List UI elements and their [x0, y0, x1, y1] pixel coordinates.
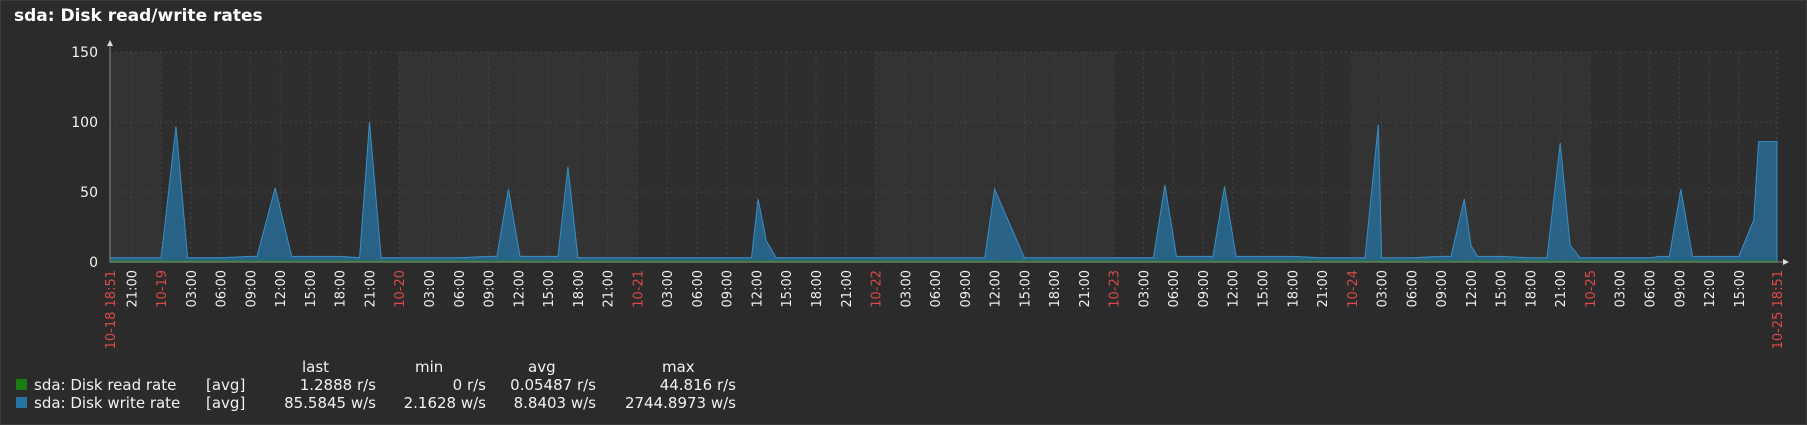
x-tick-label: 10-20 — [393, 270, 408, 308]
legend-header-max: max — [662, 358, 695, 376]
x-tick-label: 15:00 — [1733, 270, 1748, 307]
x-tick-label: 09:00 — [959, 270, 974, 307]
legend-header-avg: avg — [528, 358, 556, 376]
x-tick-label: 03:00 — [423, 270, 438, 307]
x-tick-label: 09:00 — [721, 270, 736, 307]
x-tick-label: 12:00 — [750, 270, 765, 307]
y-tick-label: 150 — [71, 45, 98, 61]
x-tick-label: 18:00 — [810, 270, 825, 307]
x-axis-arrow — [1783, 259, 1789, 265]
x-tick-label: 03:00 — [1376, 270, 1391, 307]
x-tick-label: 12:00 — [1227, 270, 1242, 307]
legend-item-max: 44.816 r/s — [659, 376, 736, 394]
y-axis-arrow — [107, 40, 113, 46]
x-tick-label: 09:00 — [1435, 270, 1450, 307]
x-tick-label: 18:00 — [1524, 270, 1539, 307]
x-tick-label: 10-25 18:51 — [1771, 270, 1786, 349]
x-tick-label: 10-19 — [155, 270, 170, 308]
x-tick-label: 06:00 — [1167, 270, 1182, 307]
x-tick-label: 06:00 — [1643, 270, 1658, 307]
legend-item-min: 2.1628 w/s — [403, 394, 486, 412]
legend-item-last: 85.5845 w/s — [284, 394, 376, 412]
x-tick-label: 12:00 — [512, 270, 527, 307]
x-tick-label: 15:00 — [1018, 270, 1033, 307]
legend-item-avg: 8.8403 w/s — [513, 394, 596, 412]
legend-item-name: sda: Disk read rate — [34, 376, 177, 394]
x-tick-label: 09:00 — [483, 270, 498, 307]
x-tick-label: 03:00 — [661, 270, 676, 307]
x-tick-label: 21:00 — [1316, 270, 1331, 307]
x-tick-label: 10-21 — [631, 270, 646, 308]
x-tick-label: 03:00 — [185, 270, 200, 307]
x-tick-label: 18:00 — [572, 270, 587, 307]
chart-plot: 0 50 100 150 10-18 18:51 21:00 10-19 03:00 06:00… — [71, 40, 1789, 349]
x-tick-label: 21:00 — [363, 270, 378, 307]
x-tick-label: 21:00 — [602, 270, 617, 307]
legend-item-max: 2744.8973 w/s — [624, 394, 736, 412]
x-tick-label: 18:00 — [1048, 270, 1063, 307]
x-tick-label: 09:00 — [1197, 270, 1212, 307]
x-tick-label: 21:00 — [125, 270, 140, 307]
x-tick-label: 12:00 — [274, 270, 289, 307]
x-tick-label: 09:00 — [1673, 270, 1688, 307]
legend-item-function: [avg] — [206, 394, 246, 412]
x-tick-label: 10-18 18:51 — [104, 270, 119, 349]
x-tick-label: 12:00 — [1703, 270, 1718, 307]
x-tick-label: 03:00 — [899, 270, 914, 307]
x-tick-label: 10-22 — [870, 270, 885, 308]
write-color-swatch — [16, 397, 27, 408]
y-tick-label: 100 — [71, 115, 98, 131]
x-tick-label: 03:00 — [1137, 270, 1152, 307]
legend-item-name: sda: Disk write rate — [34, 394, 181, 412]
x-tick-label: 18:00 — [1286, 270, 1301, 307]
x-tick-label: 03:00 — [1614, 270, 1629, 307]
x-tick-label: 15:00 — [1495, 270, 1510, 307]
x-tick-label: 10-24 — [1346, 270, 1361, 308]
x-tick-label: 21:00 — [1554, 270, 1569, 307]
legend-item-avg: 0.05487 r/s — [510, 376, 596, 394]
x-tick-label: 06:00 — [691, 270, 706, 307]
x-tick-label: 09:00 — [244, 270, 259, 307]
x-tick-label: 15:00 — [542, 270, 557, 307]
legend-header-min: min — [415, 358, 444, 376]
x-tick-label: 06:00 — [215, 270, 230, 307]
y-tick-label: 50 — [80, 185, 98, 201]
x-tick-label: 15:00 — [1257, 270, 1272, 307]
y-tick-label: 0 — [89, 255, 98, 271]
legend-item-last: 1.2888 r/s — [299, 376, 376, 394]
x-tick-label: 06:00 — [1405, 270, 1420, 307]
x-tick-label: 06:00 — [453, 270, 468, 307]
x-tick-label: 06:00 — [929, 270, 944, 307]
x-tick-label: 15:00 — [304, 270, 319, 307]
x-tick-label: 21:00 — [1078, 270, 1093, 307]
x-tick-label: 18:00 — [334, 270, 349, 307]
x-tick-label: 10-23 — [1108, 270, 1123, 308]
read-color-swatch — [16, 379, 27, 390]
x-tick-label: 10-25 — [1584, 270, 1599, 308]
x-tick-label: 12:00 — [1465, 270, 1480, 307]
legend-item-function: [avg] — [206, 376, 246, 394]
x-tick-label: 15:00 — [780, 270, 795, 307]
x-tick-label: 21:00 — [840, 270, 855, 307]
x-tick-label: 12:00 — [989, 270, 1004, 307]
legend-header-last: last — [302, 358, 330, 376]
legend-item-min: 0 r/s — [452, 376, 486, 394]
